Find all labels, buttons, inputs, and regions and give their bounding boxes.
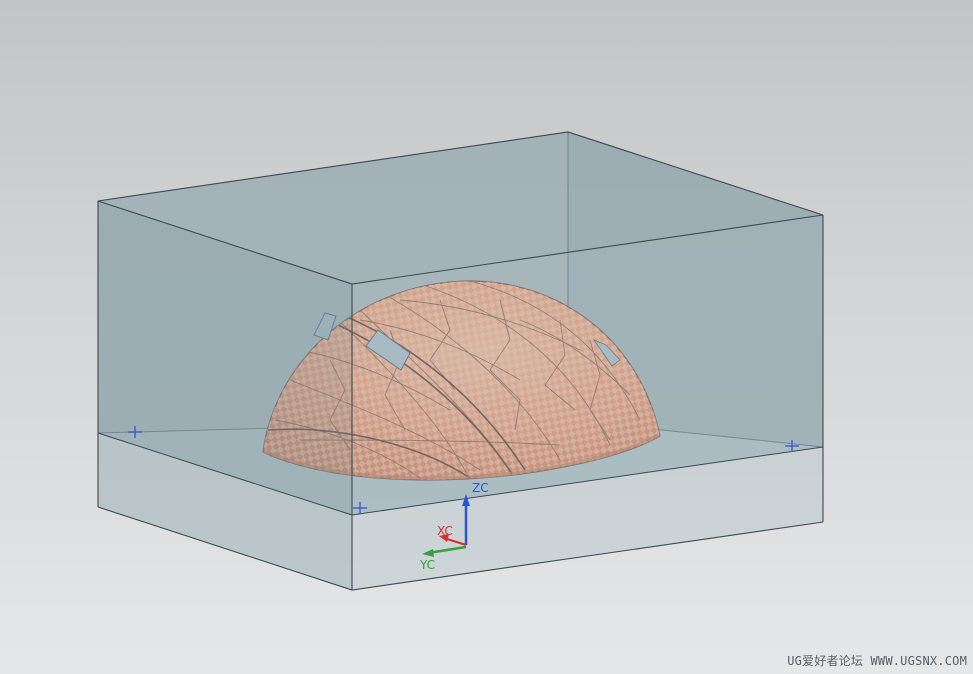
graphics-viewport[interactable]: ZC XC YC UG爱好者论坛 WWW.UGSNX.COM: [0, 0, 973, 674]
zc-label: ZC: [472, 481, 489, 495]
model-scene[interactable]: ZC XC YC: [0, 0, 973, 674]
xc-label: XC: [437, 524, 453, 538]
workpiece-block-front[interactable]: [97, 131, 824, 591]
yc-label: YC: [419, 558, 435, 572]
watermark-text: UG爱好者论坛 WWW.UGSNX.COM: [787, 654, 967, 668]
